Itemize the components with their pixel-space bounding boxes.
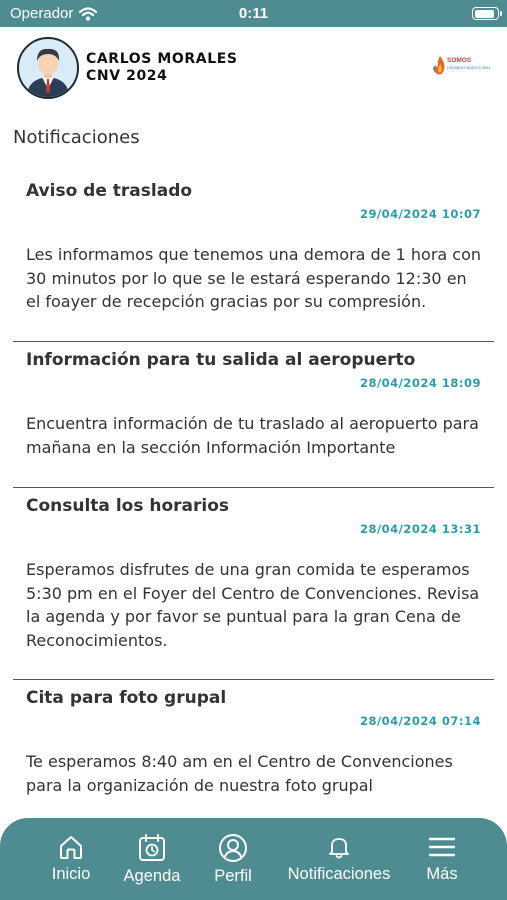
notification-date: 29/04/2024 10:07 (359, 207, 481, 221)
notification-date: 28/04/2024 18:09 (359, 376, 481, 390)
tab-label: Inicio (51, 865, 91, 883)
user-name: CARLOS MORALES (86, 51, 238, 67)
notification-body: Esperamos disfrutes de una gran comida t… (26, 560, 480, 650)
notification-item[interactable]: Información para tu salida al aeropuerto… (13, 342, 494, 488)
tab-label: Más (426, 865, 458, 883)
notification-item[interactable]: Cita para foto grupal 28/04/2024 07:14 T… (13, 680, 494, 820)
logo-text: SOMOS (447, 57, 472, 64)
tab-mas[interactable]: Más (422, 833, 462, 884)
notification-body: Te esperamos 8:40 am en el Centro de Con… (26, 752, 453, 795)
bell-icon (329, 838, 349, 859)
status-bar: Operador 0:11 (0, 0, 507, 27)
tab-label: Perfil (214, 867, 252, 885)
tab-notificaciones[interactable]: Notificaciones (282, 833, 396, 884)
tab-agenda[interactable]: Agenda (120, 833, 184, 886)
flame-logo-icon (433, 56, 445, 75)
notification-item[interactable]: Aviso de traslado 29/04/2024 10:07 Les i… (13, 166, 494, 342)
tab-label: Notificaciones (287, 865, 391, 883)
notification-title: Aviso de traslado (26, 181, 193, 201)
notification-date: 28/04/2024 13:31 (359, 522, 481, 536)
notification-title: Información para tu salida al aeropuerto (26, 350, 416, 370)
notification-date: 28/04/2024 07:14 (359, 714, 481, 728)
tab-label: Agenda (123, 867, 181, 885)
menu-icon (428, 837, 456, 857)
notification-list: Aviso de traslado 29/04/2024 10:07 Les i… (13, 166, 494, 820)
notification-title: Cita para foto grupal (26, 688, 227, 708)
logo-subtext: LOOKING NUEVO 2024 (447, 65, 491, 70)
notification-title: Consulta los horarios (26, 496, 230, 516)
profile-header: CARLOS MORALES CNV 2024 SOMOS LOOKING NU… (17, 37, 493, 101)
somos-logo: SOMOS LOOKING NUEVO 2024 (433, 56, 491, 80)
user-event: CNV 2024 (86, 68, 168, 84)
bottom-tab-bar: Inicio Agenda Perfil Notificaciones Más (0, 818, 507, 900)
tab-inicio[interactable]: Inicio (49, 833, 93, 884)
notification-body: Encuentra información de tu traslado al … (26, 414, 479, 457)
user-avatar-icon (27, 48, 69, 97)
tab-perfil[interactable]: Perfil (210, 833, 256, 886)
page-title: Notificaciones (13, 127, 140, 148)
notification-body: Les informamos que tenemos una demora de… (26, 245, 482, 311)
avatar[interactable] (17, 37, 79, 99)
notification-item[interactable]: Consulta los horarios 28/04/2024 13:31 E… (13, 488, 494, 680)
user-icon (219, 834, 247, 862)
battery-icon (472, 7, 502, 20)
home-icon (60, 836, 82, 859)
status-time: 0:11 (238, 5, 269, 22)
calendar-icon (139, 834, 165, 861)
